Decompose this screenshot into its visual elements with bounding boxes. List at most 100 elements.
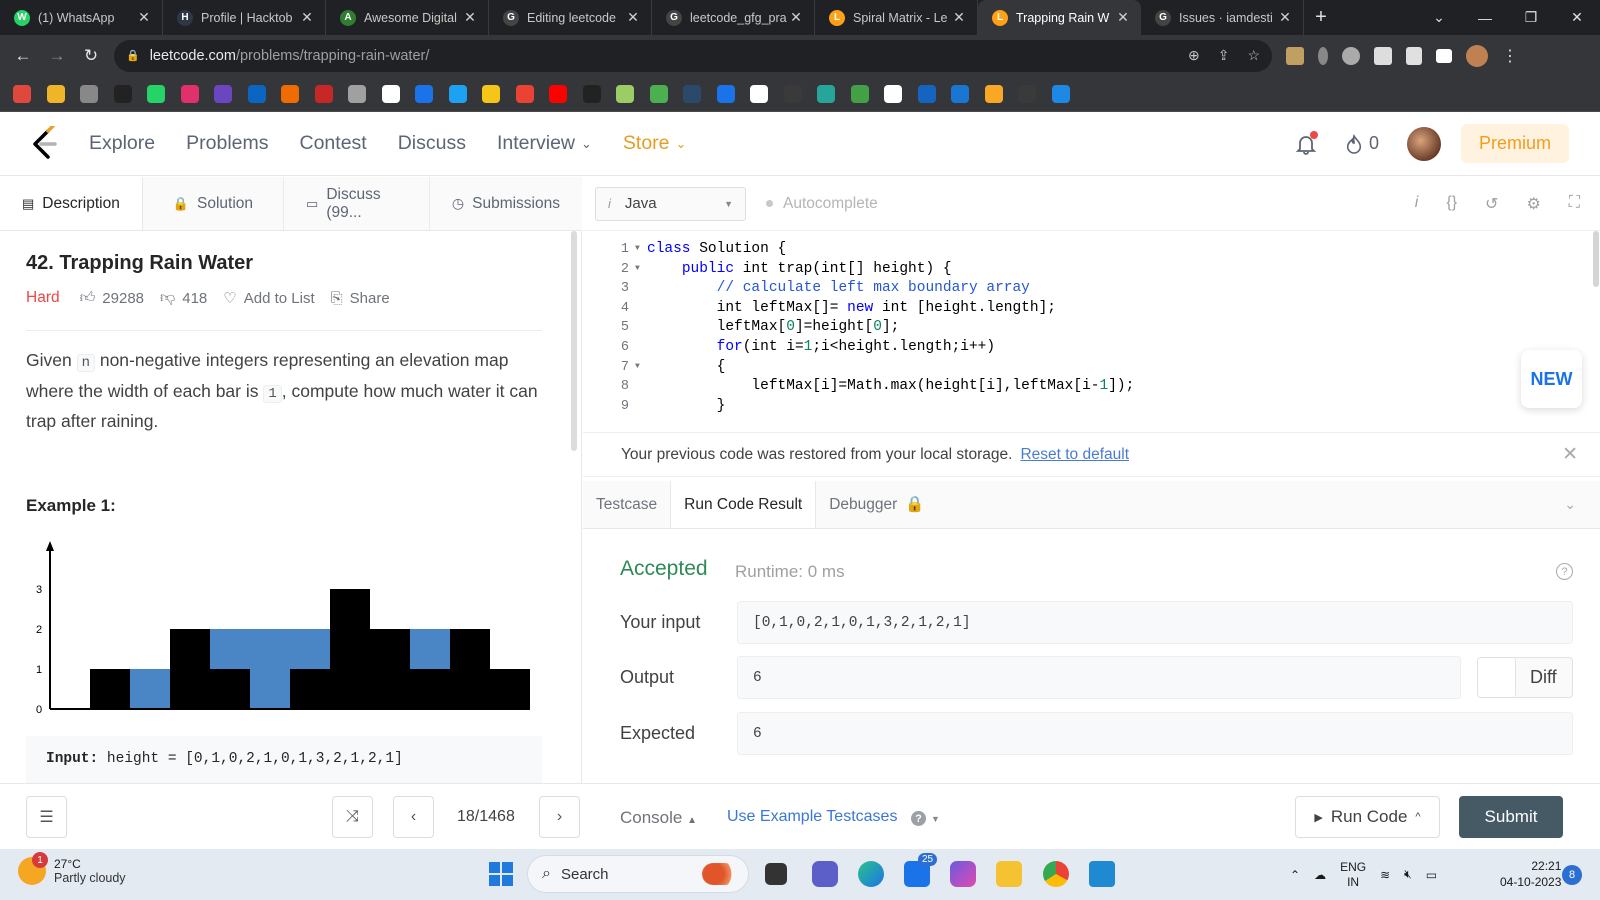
profile-avatar-icon[interactable] xyxy=(1466,44,1488,67)
code-editor[interactable]: 1 ▼ class Solution {2 ▼ public int trap(int… xyxy=(583,231,1600,421)
autocomplete-toggle[interactable]: Autocomplete xyxy=(766,195,878,213)
copilot-icon[interactable] xyxy=(950,861,976,887)
onedrive-icon[interactable]: ☁ xyxy=(1314,868,1326,882)
reset-to-default-link[interactable]: Reset to default xyxy=(1020,446,1129,464)
browser-tab[interactable]: H Profile | Hacktob ✕ xyxy=(163,0,326,35)
file-explorer-icon[interactable] xyxy=(996,861,1022,887)
back-button[interactable]: ← xyxy=(6,39,40,73)
browser-tab[interactable]: G Issues · iamdesti ✕ xyxy=(1141,0,1304,35)
tab-discuss[interactable]: ▭ Discuss (99... xyxy=(284,177,430,230)
nav-interview[interactable]: Interview ⌄ xyxy=(497,132,592,155)
close-tab-icon[interactable]: ✕ xyxy=(1115,9,1131,26)
bookmark-icon[interactable] xyxy=(415,84,433,103)
tray-overflow-icon[interactable]: ⌃ xyxy=(1290,868,1300,882)
nav-store[interactable]: Store ⌄ xyxy=(623,132,687,155)
bookmark-icon[interactable] xyxy=(683,84,701,103)
maximize-button[interactable]: ❐ xyxy=(1508,0,1554,35)
bookmark-icon[interactable] xyxy=(649,84,668,103)
browser-tab[interactable]: W (1) WhatsApp ✕ xyxy=(0,0,163,35)
bookmark-icon[interactable] xyxy=(582,84,601,103)
reset-icon[interactable]: ↺ xyxy=(1485,194,1498,214)
teams-icon[interactable] xyxy=(812,861,838,887)
diff-toggle[interactable]: Diff xyxy=(1477,657,1573,698)
fold-arrow-icon[interactable]: ▼ xyxy=(635,259,640,279)
editor-scrollbar[interactable] xyxy=(1593,231,1599,287)
dislike-button[interactable]: 👎︎ 418 xyxy=(160,289,207,307)
leetcode-logo[interactable] xyxy=(27,125,63,162)
next-problem-button[interactable]: › xyxy=(539,796,580,838)
close-tab-icon[interactable]: ✕ xyxy=(462,9,478,26)
forward-button[interactable]: → xyxy=(40,39,74,73)
close-icon[interactable]: ✕ xyxy=(1562,443,1578,466)
tab-description[interactable]: ▤ Description xyxy=(0,177,143,230)
submit-button[interactable]: Submit xyxy=(1459,796,1563,838)
browser-tab[interactable]: L Trapping Rain W ✕ xyxy=(978,0,1141,35)
browser-tab[interactable]: G Editing leetcode ✕ xyxy=(489,0,652,35)
browser-menu-icon[interactable]: ⋮ xyxy=(1502,46,1518,66)
wifi-icon[interactable]: ≋ xyxy=(1380,868,1390,882)
bookmark-icon[interactable] xyxy=(850,84,869,103)
problem-list-button[interactable]: ☰ xyxy=(26,796,67,838)
fullscreen-icon[interactable]: ⛶ xyxy=(1569,194,1580,214)
battery-icon[interactable]: ▭ xyxy=(1426,868,1437,882)
add-to-list-button[interactable]: ♡ Add to List xyxy=(223,289,314,308)
notification-count-badge[interactable]: 8 xyxy=(1562,865,1582,885)
nav-discuss[interactable]: Discuss xyxy=(398,132,466,155)
close-tab-icon[interactable]: ✕ xyxy=(299,9,315,26)
close-tab-icon[interactable]: ✕ xyxy=(788,9,804,26)
bookmark-icon[interactable] xyxy=(616,84,634,103)
bookmark-icon[interactable] xyxy=(951,84,969,103)
notification-bell-icon[interactable] xyxy=(1295,130,1318,155)
close-tab-icon[interactable]: ✕ xyxy=(625,9,641,26)
bookmark-icon[interactable] xyxy=(549,84,567,103)
bookmark-icon[interactable] xyxy=(984,84,1003,103)
new-tab-button[interactable]: + xyxy=(1304,0,1338,35)
puzzle-extensions-icon[interactable] xyxy=(1374,46,1392,65)
tab-debugger[interactable]: Debugger 🔒 xyxy=(816,481,937,528)
bookmark-icon[interactable] xyxy=(180,84,199,103)
tab-search-icon[interactable]: ⌄ xyxy=(1416,0,1462,35)
bookmark-icon[interactable] xyxy=(1051,84,1070,103)
bookmark-icon[interactable] xyxy=(482,84,500,103)
bookmark-icon[interactable] xyxy=(281,84,299,103)
url-bar[interactable]: 🔒 leetcode.com/problems/trapping-rain-wa… xyxy=(114,39,1272,72)
settings-icon[interactable]: ⚙ xyxy=(1526,194,1540,214)
bookmark-icon[interactable] xyxy=(348,84,366,103)
share-button[interactable]: ⎘ Share xyxy=(331,290,390,307)
tab-solution[interactable]: 🔒 Solution xyxy=(142,177,285,230)
fold-arrow-icon[interactable]: ▼ xyxy=(635,357,640,377)
language-select[interactable]: i Java ▼ xyxy=(595,186,746,221)
chrome-icon[interactable] xyxy=(1043,861,1069,887)
clock[interactable]: 22:21 04-10-2023 xyxy=(1500,858,1561,890)
vscode-icon[interactable] xyxy=(1089,861,1115,887)
diff-switch[interactable] xyxy=(1478,658,1516,697)
help-icon[interactable]: ? xyxy=(1556,563,1573,580)
bookmark-icon[interactable] xyxy=(381,84,400,103)
input-language[interactable]: ENG IN xyxy=(1340,860,1366,890)
bookmark-icon[interactable] xyxy=(750,84,768,103)
streak-counter[interactable]: 0 xyxy=(1345,133,1379,154)
browser-tab[interactable]: Gleetcode_gfg_pra ✕ xyxy=(652,0,815,35)
bookmark-icon[interactable] xyxy=(448,84,467,103)
extension-icon[interactable] xyxy=(1318,46,1328,65)
download-icon[interactable] xyxy=(1406,46,1422,65)
mail-icon[interactable]: 25 xyxy=(904,853,938,887)
bookmark-icon[interactable] xyxy=(1018,84,1036,103)
new-feature-badge[interactable]: NEW xyxy=(1521,350,1582,408)
bookmark-icon[interactable] xyxy=(80,84,98,103)
windows-start-icon[interactable] xyxy=(488,861,514,887)
help-dropdown[interactable]: ? ▼ xyxy=(911,811,940,826)
bookmark-icon[interactable] xyxy=(884,84,902,103)
gear-extension-icon[interactable] xyxy=(1342,46,1360,65)
bookmark-icon[interactable] xyxy=(314,84,333,103)
taskbar-search[interactable]: ⌕ Search xyxy=(527,855,749,893)
task-view-icon[interactable] xyxy=(765,863,787,885)
bookmark-icon[interactable] xyxy=(515,84,534,103)
braces-icon[interactable]: {} xyxy=(1446,194,1457,214)
random-problem-button[interactable]: ⤨ xyxy=(332,796,373,838)
bookmark-icon[interactable] xyxy=(147,84,165,103)
collapse-chevron-icon[interactable]: ⌄ xyxy=(1564,481,1576,528)
minimize-button[interactable]: — xyxy=(1462,0,1508,35)
bookmark-icon[interactable] xyxy=(214,84,232,103)
tab-run-code-result[interactable]: Run Code Result xyxy=(670,481,817,528)
